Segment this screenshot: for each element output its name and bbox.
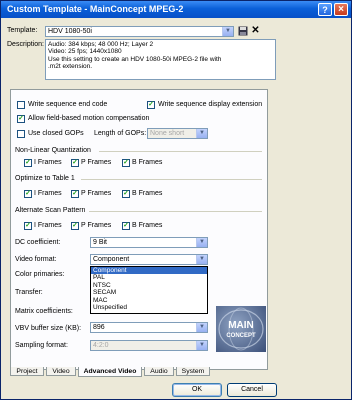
template-value: HDV 1080-50i (48, 28, 92, 35)
floppy-disk-icon[interactable] (237, 26, 248, 37)
closed-gops-checkbox[interactable] (17, 130, 25, 138)
optimize-b-checkbox[interactable]: ✓ (122, 190, 130, 198)
close-button[interactable]: × (334, 3, 348, 16)
separator (81, 179, 262, 180)
optimize-i-checkbox[interactable]: ✓ (24, 190, 32, 198)
vbv-buffer-select[interactable]: 896 ▼ (90, 322, 208, 333)
cancel-button[interactable]: Cancel (227, 383, 277, 397)
description-line: Video: 25 fps; 1440x1080 (48, 48, 122, 56)
dc-coefficient-select[interactable]: 9 Bit ▼ (90, 237, 208, 248)
tab-advanced-video[interactable]: Advanced Video (78, 367, 142, 377)
description-line: Audio: 384 kbps; 48 000 Hz; Layer 2 (48, 41, 154, 48)
altscan-p-label: P Frames (81, 222, 112, 229)
tab-video[interactable]: Video (46, 367, 76, 376)
title-bar[interactable]: Custom Template - MainConcept MPEG-2 ? × (1, 1, 351, 18)
optimize-b-label: B Frames (132, 190, 163, 197)
sampling-format-value: 4:2:0 (93, 342, 109, 349)
help-button[interactable]: ? (318, 3, 332, 16)
window-title: Custom Template - MainConcept MPEG-2 (7, 4, 184, 14)
nonlinear-b-checkbox[interactable]: ✓ (122, 159, 130, 167)
chevron-down-icon[interactable]: ▼ (196, 255, 207, 264)
separator (89, 211, 262, 212)
nonlinear-i-label: I Frames (34, 159, 62, 166)
vbv-buffer-value: 896 (93, 324, 105, 331)
dropdown-option-secam[interactable]: SECAM (91, 289, 207, 296)
nonlinear-title: Non-Linear Quantization (15, 147, 91, 154)
optimize-p-label: P Frames (81, 190, 112, 197)
altscan-b-checkbox[interactable]: ✓ (122, 222, 130, 230)
gop-length-label: Length of GOPs: (94, 130, 147, 137)
altscan-p-checkbox[interactable]: ✓ (71, 222, 79, 230)
dc-coefficient-value: 9 Bit (93, 239, 108, 246)
chevron-down-icon[interactable]: ▼ (222, 27, 233, 36)
sampling-format-select[interactable]: 4:2:0 ▼ (90, 340, 208, 351)
template-label: Template: (7, 27, 38, 34)
color-primaries-label: Color primaries: (15, 271, 65, 278)
dialog-window: Custom Template - MainConcept MPEG-2 ? ×… (0, 0, 352, 400)
description-line: Use this setting to create an HDV 1080-5… (48, 55, 222, 63)
optimize-i-label: I Frames (34, 190, 62, 197)
sampling-format-label: Sampling format: (15, 342, 68, 349)
chevron-down-icon[interactable]: ▼ (196, 323, 207, 332)
write-seq-end-label: Write sequence end code (28, 101, 108, 108)
dropdown-option-mac[interactable]: MAC (91, 297, 207, 304)
tab-system[interactable]: System (176, 367, 210, 376)
altscan-i-label: I Frames (34, 222, 62, 229)
delete-x-icon[interactable]: ✕ (250, 25, 261, 36)
description-label: Description: (7, 41, 44, 48)
matrix-coefficients-label: Matrix coefficients: (15, 308, 73, 315)
ok-button[interactable]: OK (172, 383, 222, 397)
optimize-title: Optimize to Table 1 (15, 175, 75, 182)
video-format-select[interactable]: Component ▼ (90, 254, 208, 265)
write-seq-display-checkbox[interactable]: ✓ (147, 101, 155, 109)
description-text: Audio: 384 kbps; 48 000 Hz; Layer 2 Vide… (45, 39, 276, 80)
dc-coefficient-label: DC coefficient: (15, 239, 61, 246)
altscan-title: Alternate Scan Pattern (15, 207, 86, 214)
template-select[interactable]: HDV 1080-50i ▼ (45, 26, 234, 37)
transfer-label: Transfer: (15, 289, 43, 296)
nonlinear-b-label: B Frames (132, 159, 163, 166)
dropdown-option-ntsc[interactable]: NTSC (91, 282, 207, 289)
tab-project[interactable]: Project (10, 367, 44, 376)
altscan-i-checkbox[interactable]: ✓ (24, 222, 32, 230)
video-format-label: Video format: (15, 256, 57, 263)
description-line: .m2t extension. (48, 63, 93, 71)
write-seq-end-checkbox[interactable] (17, 101, 25, 109)
allow-field-motion-checkbox[interactable]: ✓ (17, 115, 25, 123)
dropdown-option-component[interactable]: Component (91, 267, 207, 275)
nonlinear-p-label: P Frames (81, 159, 112, 166)
logo-text-concept: CONCEPT (226, 333, 256, 339)
logo-text-main: MAIN (228, 320, 254, 331)
optimize-p-checkbox[interactable]: ✓ (71, 190, 79, 198)
video-format-value: Component (93, 256, 130, 263)
write-seq-display-label: Write sequence display extension (158, 101, 263, 108)
dropdown-option-pal[interactable]: PAL (91, 274, 207, 281)
video-format-dropdown[interactable]: Component PAL NTSC SECAM MAC Unspecified (90, 266, 208, 314)
gop-length-select[interactable]: None short ▼ (147, 128, 208, 139)
altscan-b-label: B Frames (132, 222, 163, 229)
chevron-down-icon[interactable]: ▼ (196, 238, 207, 247)
nonlinear-i-checkbox[interactable]: ✓ (24, 159, 32, 167)
nonlinear-p-checkbox[interactable]: ✓ (71, 159, 79, 167)
mainconcept-logo: MAIN CONCEPT (216, 306, 266, 352)
chevron-down-icon[interactable]: ▼ (196, 341, 207, 350)
dropdown-option-unspecified[interactable]: Unspecified (91, 304, 207, 311)
chevron-down-icon[interactable]: ▼ (196, 129, 207, 138)
gop-length-value: None short (150, 130, 185, 137)
separator (99, 151, 262, 152)
tab-audio[interactable]: Audio (144, 367, 174, 376)
vbv-buffer-label: VBV buffer size (KB): (15, 325, 82, 332)
closed-gops-label: Use closed GOPs (28, 130, 84, 137)
allow-field-motion-label: Allow field-based motion compensation (28, 115, 150, 122)
